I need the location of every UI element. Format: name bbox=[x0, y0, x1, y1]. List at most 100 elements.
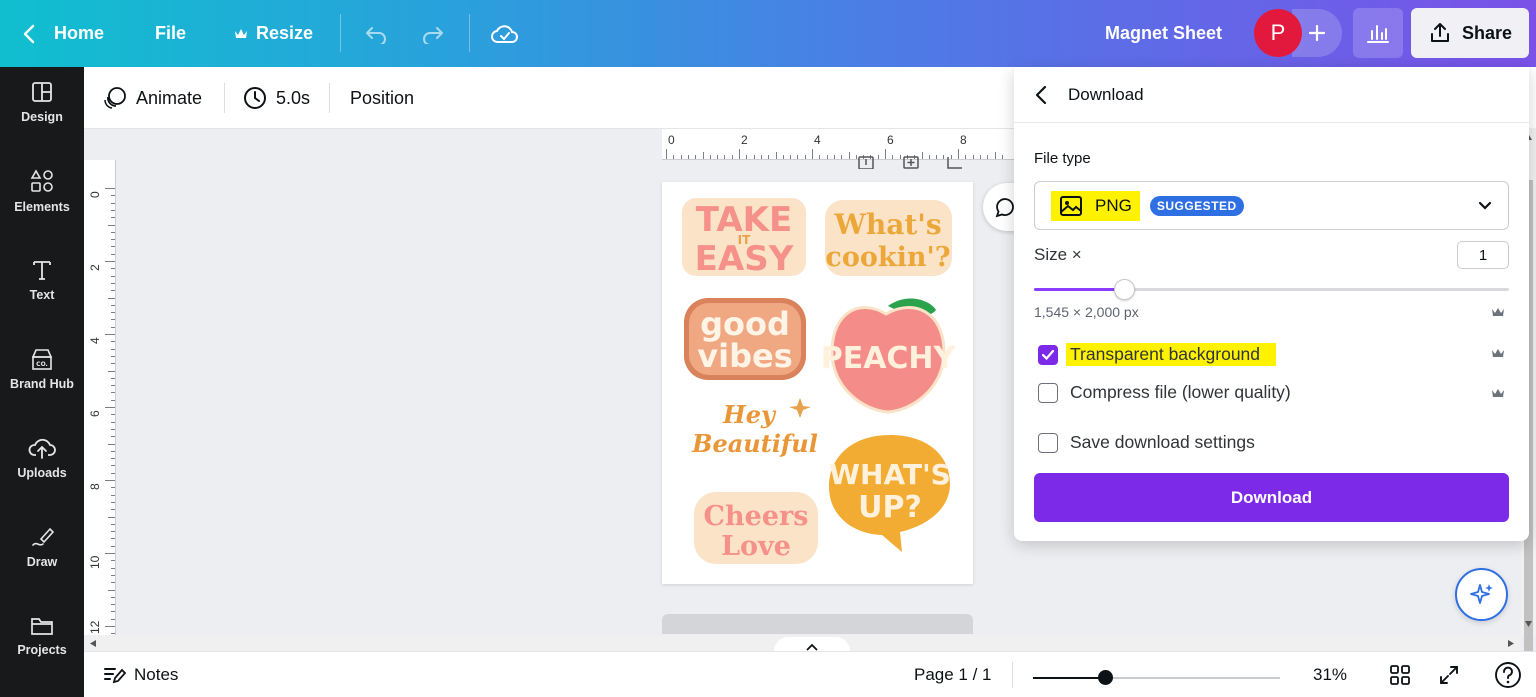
sidebar-item-draw[interactable]: Draw bbox=[0, 512, 84, 582]
magic-assistant-button[interactable] bbox=[1455, 568, 1508, 621]
lock-icon[interactable] bbox=[858, 156, 874, 169]
ruler-tick bbox=[111, 509, 115, 511]
sidebar-item-design[interactable]: Design bbox=[0, 67, 84, 137]
home-button[interactable]: Home bbox=[22, 0, 104, 67]
duration-button[interactable]: 5.0s bbox=[242, 67, 310, 129]
sidebar-item-elements[interactable]: Elements bbox=[0, 156, 84, 226]
ruler-label: 4 bbox=[88, 337, 102, 344]
transparent-background-option[interactable]: Transparent background bbox=[1038, 343, 1277, 366]
sticker-peachy[interactable]: PEACHY bbox=[821, 298, 957, 414]
animate-button[interactable]: Animate bbox=[102, 67, 202, 129]
ruler-tick bbox=[695, 155, 697, 159]
zoom-level-button[interactable]: 31% bbox=[1313, 652, 1347, 697]
ruler-tick bbox=[105, 407, 115, 408]
ruler-label: 0 bbox=[88, 191, 102, 198]
ruler-tick bbox=[717, 155, 719, 159]
sticker-whats-cookin[interactable]: What's cookin'? bbox=[825, 200, 952, 276]
brand-icon: CO. bbox=[31, 349, 53, 370]
ruler-tick bbox=[108, 516, 115, 518]
add-page-area[interactable] bbox=[662, 614, 973, 634]
duplicate-page-icon[interactable] bbox=[903, 156, 919, 169]
zoom-slider-thumb[interactable] bbox=[1098, 670, 1113, 685]
folder-icon bbox=[31, 618, 53, 635]
file-type-select[interactable]: PNG SUGGESTED bbox=[1034, 181, 1509, 230]
cloud-upload-icon bbox=[28, 438, 56, 459]
fullscreen-button[interactable] bbox=[1438, 652, 1460, 697]
redo-icon bbox=[423, 26, 443, 44]
ruler-tick bbox=[812, 149, 813, 159]
slider-thumb[interactable] bbox=[1114, 279, 1135, 300]
ruler-tick bbox=[105, 553, 115, 554]
notes-button[interactable]: Notes bbox=[102, 652, 178, 697]
ruler-tick bbox=[753, 155, 755, 159]
scroll-down-arrow-icon[interactable] bbox=[1524, 620, 1533, 628]
save-settings-checkbox[interactable] bbox=[1038, 432, 1058, 453]
sticker-whats-up[interactable]: WHAT'S UP? bbox=[829, 435, 951, 552]
share-label: Share bbox=[1461, 22, 1513, 43]
transparent-background-checkbox[interactable] bbox=[1038, 344, 1058, 365]
ruler-tick bbox=[111, 487, 115, 489]
sticker-hey-beautiful[interactable]: Hey Beautiful bbox=[691, 398, 818, 458]
sticker-text: EASY bbox=[695, 239, 794, 279]
sticker-take-it-easy[interactable]: TAKE IT EASY bbox=[682, 198, 806, 279]
sidebar-item-uploads[interactable]: Uploads bbox=[0, 423, 84, 493]
ruler-tick bbox=[111, 253, 115, 255]
ruler-label: 8 bbox=[88, 483, 102, 490]
resize-button[interactable]: Resize bbox=[234, 0, 313, 67]
sidebar-item-text[interactable]: Text bbox=[0, 245, 84, 315]
save-status-button[interactable] bbox=[491, 0, 519, 67]
sidebar-item-label: Brand Hub bbox=[10, 377, 74, 391]
ruler-tick bbox=[111, 421, 115, 423]
ruler-tick bbox=[111, 282, 115, 284]
size-slider[interactable] bbox=[1034, 279, 1509, 300]
ruler-tick bbox=[111, 195, 115, 197]
avatar[interactable]: P bbox=[1254, 9, 1302, 57]
add-page-icon[interactable] bbox=[947, 157, 962, 169]
animate-icon bbox=[104, 87, 126, 109]
file-menu-button[interactable]: File bbox=[155, 0, 186, 67]
share-button[interactable]: Share bbox=[1411, 8, 1529, 58]
share-upload-icon bbox=[1430, 23, 1449, 42]
crown-icon bbox=[1492, 389, 1504, 397]
position-button[interactable]: Position bbox=[350, 67, 414, 129]
ruler-tick bbox=[111, 450, 115, 452]
divider bbox=[1012, 662, 1013, 688]
save-settings-option[interactable]: Save download settings bbox=[1038, 432, 1255, 453]
bottom-bar: Notes Page 1 / 1 31% bbox=[84, 651, 1536, 697]
size-label: Size × bbox=[1034, 245, 1082, 264]
ruler-tick bbox=[108, 297, 115, 299]
ruler-tick bbox=[1001, 155, 1003, 159]
grid-view-button[interactable] bbox=[1389, 652, 1411, 697]
ruler-tick bbox=[111, 341, 115, 343]
undo-button[interactable] bbox=[364, 0, 388, 67]
ruler-label: 0 bbox=[668, 133, 675, 147]
animate-label: Animate bbox=[136, 87, 203, 108]
redo-button[interactable] bbox=[421, 0, 445, 67]
sticker-cheers-love[interactable]: Cheers Love bbox=[694, 492, 818, 564]
design-page[interactable]: TAKE IT EASY What's cookin'? good vibes … bbox=[662, 182, 973, 584]
design-title[interactable]: Magnet Sheet bbox=[1105, 0, 1222, 67]
notes-label: Notes bbox=[134, 665, 179, 684]
sticker-good-vibes[interactable]: good vibes bbox=[684, 298, 806, 380]
zoom-slider[interactable] bbox=[1033, 670, 1280, 685]
ruler-tick bbox=[782, 155, 784, 159]
expand-icon bbox=[1440, 666, 1458, 684]
sidebar-item-projects[interactable]: Projects bbox=[0, 601, 84, 671]
ruler-tick bbox=[111, 290, 115, 292]
page-indicator[interactable]: Page 1 / 1 bbox=[914, 652, 992, 697]
ruler-tick bbox=[111, 231, 115, 233]
compress-file-option[interactable]: Compress file (lower quality) bbox=[1038, 382, 1291, 403]
sidebar-item-brand-hub[interactable]: CO. Brand Hub bbox=[0, 334, 84, 404]
size-input[interactable]: 1 bbox=[1457, 241, 1509, 269]
help-button[interactable] bbox=[1494, 652, 1522, 697]
scroll-left-arrow-icon[interactable] bbox=[89, 639, 97, 648]
scroll-right-arrow-icon[interactable] bbox=[1507, 639, 1515, 648]
ruler-tick bbox=[111, 531, 115, 533]
back-arrow-icon[interactable] bbox=[1034, 84, 1048, 106]
compress-file-checkbox[interactable] bbox=[1038, 382, 1058, 403]
sticker-text: cookin'? bbox=[825, 242, 950, 273]
download-button[interactable]: Download bbox=[1034, 473, 1509, 522]
ruler-tick bbox=[111, 392, 115, 394]
insights-button[interactable] bbox=[1353, 8, 1403, 58]
ruler-tick bbox=[111, 611, 115, 613]
